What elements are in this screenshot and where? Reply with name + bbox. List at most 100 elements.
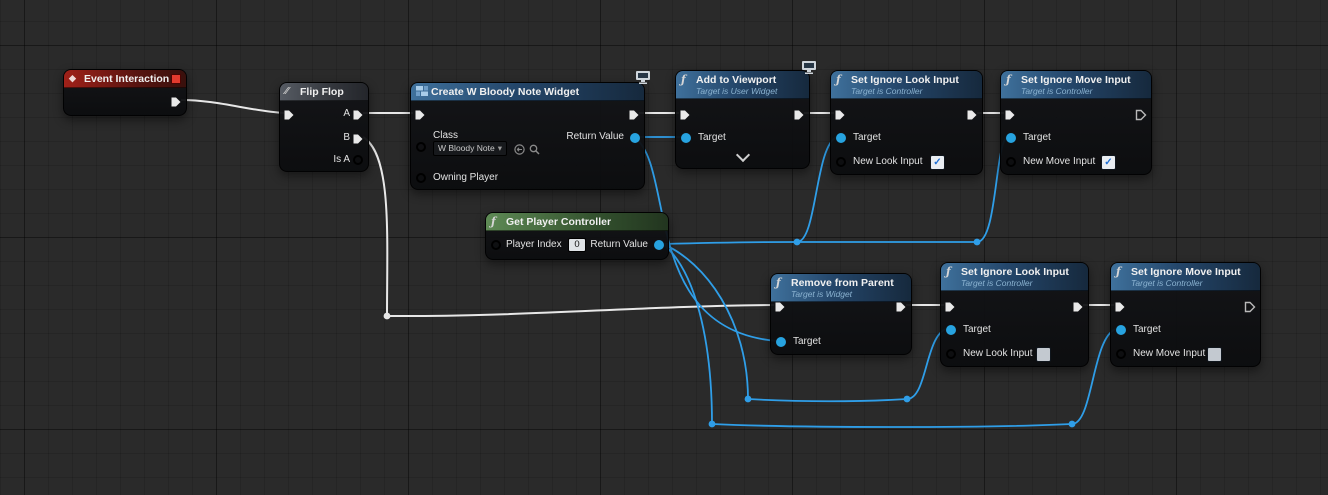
browse-asset-icon[interactable] [529,142,540,160]
new-move-input-checkbox[interactable]: ✓ [1101,155,1116,170]
pin-label-b: B [343,132,350,143]
node-header: ƒ Get Player Controller [486,213,668,231]
exec-in-pin[interactable] [834,108,846,120]
exec-in-pin[interactable] [414,108,426,120]
data-reroute-dot[interactable] [708,420,716,428]
exec-in-pin[interactable] [944,300,956,312]
node-subtitle: Target is Controller [1131,278,1203,288]
return-value-label: Return Value [590,239,648,250]
exec-in-pin[interactable] [774,300,786,312]
data-wire [711,423,1073,428]
new-look-input-bool-pin[interactable] [946,349,956,359]
target-label: Target [1133,324,1161,335]
data-reroute-dot[interactable] [793,238,801,246]
node-create-widget[interactable]: Create W Bloody Note Widget Class W Bloo… [410,71,650,190]
new-move-input-bool-pin[interactable] [1006,157,1016,167]
node-flip-flop[interactable]: ⁄⁄ Flip Flop A B Is A [279,82,369,172]
function-icon: ƒ [776,276,781,289]
node-subtitle: Target is Widget [791,289,853,299]
node-header: ƒ Set Ignore Move Input Target is Contro… [1001,71,1151,99]
exec-out-pin[interactable] [1244,300,1256,313]
node-set-ignore-look-input-bottom[interactable]: ƒ Set Ignore Look Input Target is Contro… [940,262,1089,367]
blueprint-graph-canvas[interactable]: ◆ Event Interaction ⁄⁄ Flip Flop A B Is … [0,0,1328,495]
exec-out-pin[interactable] [966,108,978,120]
node-title: Add to Viewport [696,74,777,86]
target-pin[interactable] [1006,133,1016,143]
node-subtitle: Target is Controller [851,86,923,96]
target-pin[interactable] [1116,325,1126,335]
node-header: ⁄⁄ Flip Flop [280,83,368,101]
return-value-label: Return Value [566,131,624,142]
target-label: Target [793,336,821,347]
use-selected-icon[interactable] [514,142,525,160]
return-value-pin[interactable] [630,133,640,143]
node-header: ƒ Remove from Parent Target is Widget [771,274,911,302]
exec-out-b-pin[interactable] [352,132,364,144]
node-set-ignore-look-input-top[interactable]: ƒ Set Ignore Look Input Target is Contro… [830,70,983,175]
node-header: ƒ Set Ignore Move Input Target is Contro… [1111,263,1260,291]
data-reroute-dot[interactable] [903,395,911,403]
target-pin[interactable] [681,133,691,143]
function-icon: ƒ [681,73,686,86]
class-dropdown[interactable]: W Bloody Note ▾ [433,141,507,156]
data-wire [662,243,713,425]
target-label: Target [853,132,881,143]
exec-in-pin[interactable] [283,108,295,120]
exec-reroute-dot[interactable] [383,312,391,320]
node-title: Create W Bloody Note Widget [431,86,580,98]
new-move-input-label: New Move Input [1133,348,1206,359]
exec-wire [386,304,775,318]
node-get-player-controller[interactable]: ƒ Get Player Controller Player Index 0 R… [485,212,669,260]
data-wire [662,241,977,245]
exec-out-pin[interactable] [793,108,805,120]
owning-player-pin[interactable] [416,173,426,183]
function-icon: ƒ [1116,265,1121,278]
new-move-input-checkbox[interactable] [1207,347,1222,362]
exec-in-pin[interactable] [679,108,691,120]
data-wire [662,243,749,400]
new-move-input-bool-pin[interactable] [1116,349,1126,359]
new-look-input-bool-pin[interactable] [836,157,846,167]
data-reroute-dot[interactable] [1068,420,1076,428]
node-event-interaction[interactable]: ◆ Event Interaction [63,69,187,116]
pin-label-is-a: Is A [333,154,350,165]
player-index-pin[interactable] [491,240,501,250]
new-look-input-label: New Look Input [963,348,1033,359]
return-value-pin[interactable] [654,240,664,250]
node-title: Set Ignore Move Input [1131,266,1241,278]
new-look-input-checkbox[interactable] [1036,347,1051,362]
node-title: Set Ignore Look Input [961,266,1069,278]
node-add-to-viewport[interactable]: ƒ Add to Viewport Target is User Widget … [675,61,816,169]
exec-out-pin[interactable] [1072,300,1084,312]
function-icon: ƒ [1006,73,1011,86]
exec-in-pin[interactable] [1114,300,1126,312]
class-dropdown-value: W Bloody Note [438,143,495,153]
node-title: Set Ignore Move Input [1021,74,1131,86]
exec-in-pin[interactable] [1004,108,1016,120]
node-header: Create W Bloody Note Widget [411,83,644,101]
exec-out-pin[interactable] [628,108,640,120]
target-label: Target [963,324,991,335]
node-set-ignore-move-input-top[interactable]: ƒ Set Ignore Move Input Target is Contro… [1000,70,1152,175]
target-pin[interactable] [776,337,786,347]
data-reroute-dot[interactable] [973,238,981,246]
new-look-input-checkbox[interactable]: ✓ [930,155,945,170]
class-pin[interactable] [416,142,426,152]
expand-advanced-chevron-icon[interactable] [735,147,751,163]
node-header: ƒ Set Ignore Look Input Target is Contro… [941,263,1088,291]
exec-out-a-pin[interactable] [352,108,364,120]
node-set-ignore-move-input-bottom[interactable]: ƒ Set Ignore Move Input Target is Contro… [1110,262,1261,367]
new-look-input-label: New Look Input [853,156,923,167]
exec-out-pin[interactable] [170,95,182,107]
target-pin[interactable] [836,133,846,143]
node-title: Event Interaction [84,73,170,85]
data-reroute-dot[interactable] [744,395,752,403]
exec-out-pin[interactable] [895,300,907,312]
widget-grid-icon [416,86,429,99]
is-a-bool-pin[interactable] [353,155,363,165]
target-pin[interactable] [946,325,956,335]
exec-out-pin[interactable] [1135,108,1147,121]
event-box-icon [171,74,181,84]
player-index-input[interactable]: 0 [568,238,586,252]
node-remove-from-parent[interactable]: ƒ Remove from Parent Target is Widget Ta… [770,273,912,355]
